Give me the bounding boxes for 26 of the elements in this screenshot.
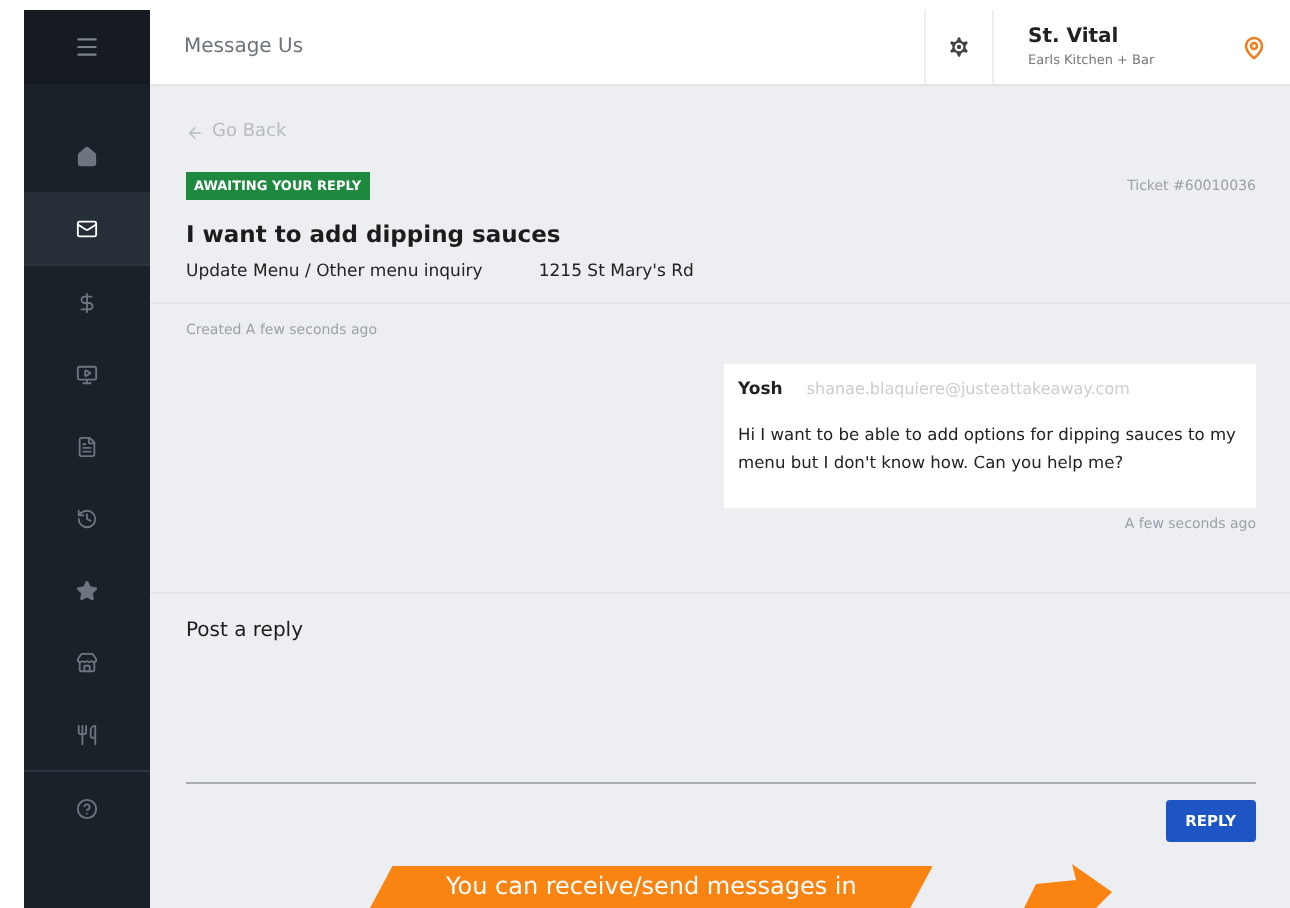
back-arrow-icon	[186, 123, 204, 141]
document-icon	[76, 435, 98, 457]
history-icon	[76, 507, 98, 529]
message-text: Hi I want to be able to add options for dipping sauces to my menu but I don't know how. Can you help me?	[738, 422, 1238, 476]
store-icon	[76, 651, 98, 673]
utensils-icon	[76, 723, 98, 745]
callout-banner: You can receive/send messages in	[370, 866, 933, 908]
star-icon	[76, 579, 98, 601]
arrow-icon	[1024, 864, 1112, 908]
mail-icon	[76, 217, 98, 239]
message-author: Yosh	[738, 380, 783, 400]
location-name: St. Vital	[1028, 26, 1121, 48]
map-pin-icon[interactable]	[1242, 35, 1266, 59]
menu-icon[interactable]	[74, 34, 100, 60]
home-icon	[76, 145, 98, 167]
page-title: Message Us	[182, 34, 306, 62]
ticket-subject: I want to add dipping sauces	[186, 220, 563, 248]
help-icon	[76, 797, 98, 819]
dollar-icon	[76, 291, 98, 313]
ticket-category: Update Menu / Other menu inquiry	[186, 262, 483, 282]
video-icon	[76, 363, 98, 385]
ticket-address: 1215 St Mary's Rd	[538, 262, 694, 282]
settings-icon	[946, 34, 972, 60]
settings-button[interactable]	[924, 10, 994, 84]
reply-label: Post a reply	[186, 620, 305, 642]
mail-nav-button[interactable]	[24, 192, 150, 264]
